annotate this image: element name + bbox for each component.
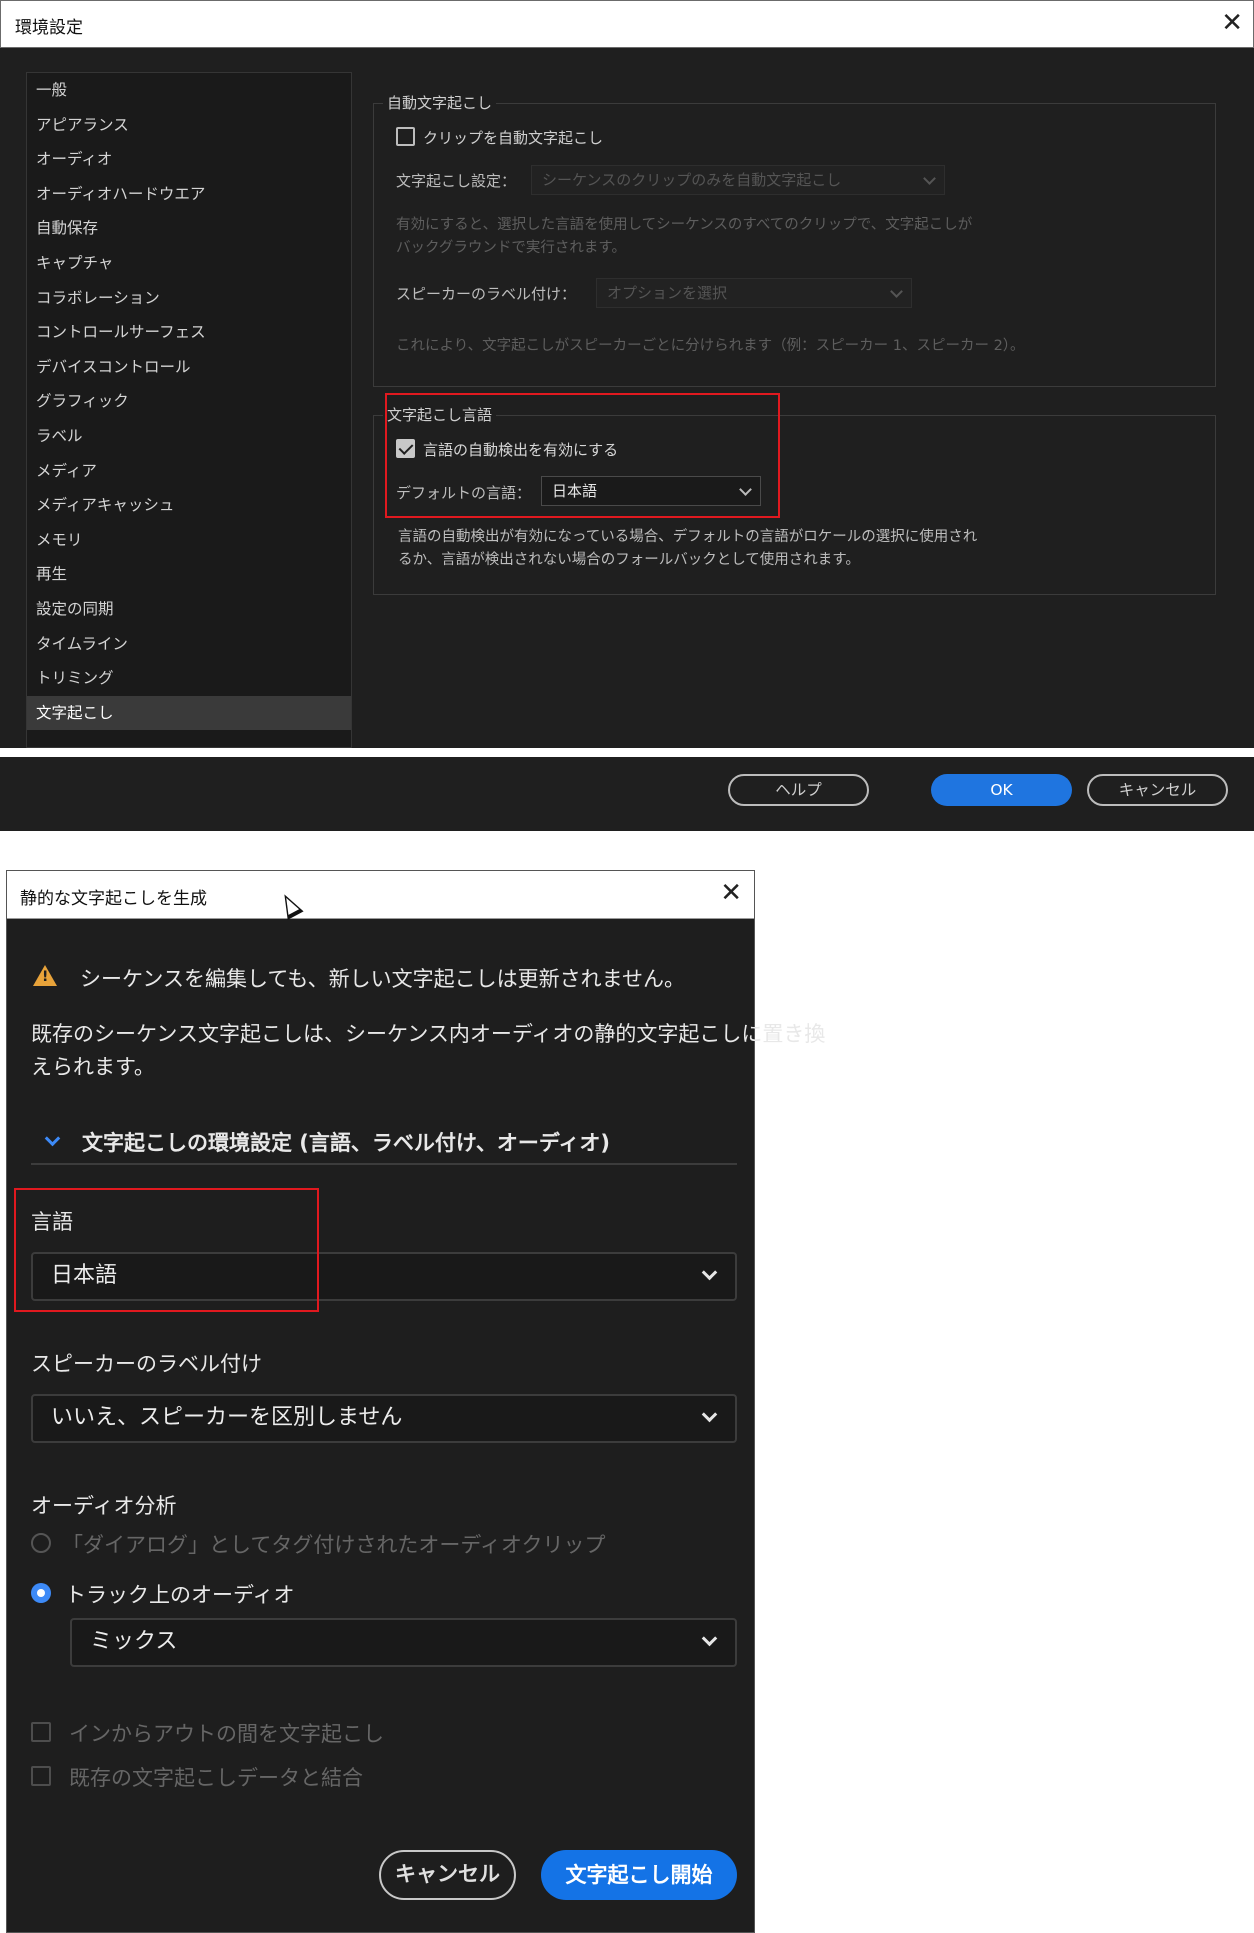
- radio-dialog-clips-label: 「ダイアログ」としてタグ付けされたオーディオクリップ: [62, 1533, 606, 1557]
- section-title[interactable]: 文字起こしの環境設定 (言語、ラベル付け、オーディオ): [82, 1127, 610, 1157]
- merge-label: 既存の文字起こしデータと結合: [69, 1766, 363, 1790]
- sidebar-item[interactable]: ラベル: [27, 419, 351, 454]
- ok-button[interactable]: OK: [931, 774, 1072, 806]
- auto-transcribe-checkbox-label: クリップを自動文字起こし: [423, 129, 604, 147]
- sidebar-item[interactable]: 自動保存: [27, 211, 351, 246]
- auto-transcribe-checkbox[interactable]: [396, 127, 415, 146]
- radio-track-audio-label: トラック上のオーディオ: [65, 1583, 295, 1607]
- transcribe-description-2: バックグラウンドで実行されます。: [396, 240, 626, 256]
- language-note-1: 言語の自動検出が有効になっている場合、デフォルトの言語がロケールの選択に使用され: [398, 529, 978, 545]
- sidebar-item[interactable]: メモリ: [27, 523, 351, 558]
- help-button[interactable]: ヘルプ: [728, 774, 869, 806]
- chevron-down-icon: [701, 1630, 718, 1647]
- auto-transcribe-legend: 自動文字起こし: [383, 92, 497, 113]
- chevron-down-icon: [701, 1264, 718, 1281]
- speaker-dropdown[interactable]: オプションを選択: [596, 278, 912, 308]
- preferences-sidebar: 一般 アピアランス オーディオ オーディオハードウエア 自動保存 キャプチャ コラボレーショ…: [26, 72, 352, 748]
- info-text-1: 既存のシーケンス文字起こしは、シーケンス内オーディオの静的文字起こしに置き換: [31, 1022, 826, 1046]
- transcribe-settings-label: 文字起こし設定：: [396, 172, 517, 190]
- dialog-title: 静的な文字起こしを生成: [20, 889, 207, 909]
- chevron-down-icon[interactable]: [44, 1130, 61, 1147]
- start-transcription-button[interactable]: 文字起こし開始: [541, 1850, 737, 1900]
- speaker-labeling-value: いいえ、スピーカーを区別しません: [51, 1405, 403, 1430]
- chevron-down-icon: [701, 1406, 718, 1423]
- dialog-titlebar: 静的な文字起こしを生成 ✕: [7, 871, 754, 919]
- radio-dialog-clips[interactable]: [31, 1533, 51, 1553]
- close-icon[interactable]: ✕: [1221, 7, 1243, 39]
- sidebar-item[interactable]: グラフィック: [27, 384, 351, 419]
- sidebar-item[interactable]: タイムライン: [27, 627, 351, 662]
- sidebar-item[interactable]: トリミング: [27, 661, 351, 696]
- preferences-title: 環境設定: [15, 18, 83, 38]
- dialog-cancel-button[interactable]: キャンセル: [379, 1850, 516, 1900]
- speaker-labeling-label: スピーカーのラベル付け: [31, 1352, 262, 1376]
- warning-text: シーケンスを編集しても、新しい文字起こしは更新されません。: [80, 967, 686, 991]
- warning-icon: [33, 965, 57, 986]
- speaker-value: オプションを選択: [607, 284, 728, 302]
- speaker-labeling-select[interactable]: いいえ、スピーカーを区別しません: [31, 1394, 737, 1443]
- merge-checkbox[interactable]: [31, 1766, 51, 1786]
- transcribe-settings-dropdown[interactable]: シーケンスのクリップのみを自動文字起こし: [531, 165, 945, 195]
- sidebar-item[interactable]: 一般: [27, 73, 351, 108]
- sidebar-item[interactable]: 文字起こし: [27, 695, 351, 731]
- track-mix-value: ミックス: [90, 1629, 178, 1654]
- audio-analysis-label: オーディオ分析: [31, 1494, 177, 1518]
- speaker-note: これにより、文字起こしがスピーカーごとに分けられます（例：スピーカー 1、スピー…: [396, 338, 1025, 354]
- transcribe-description-1: 有効にすると、選択した言語を使用してシーケンスのすべてのクリップで、文字起こしが: [396, 217, 973, 233]
- cancel-button[interactable]: キャンセル: [1087, 774, 1228, 806]
- radio-track-audio[interactable]: [31, 1583, 51, 1603]
- sidebar-item[interactable]: メディアキャッシュ: [27, 488, 351, 523]
- transcribe-settings-value: シーケンスのクリップのみを自動文字起こし: [542, 171, 842, 189]
- highlight-box: [14, 1188, 319, 1312]
- sidebar-item[interactable]: コラボレーション: [27, 281, 351, 316]
- in-out-label: インからアウトの間を文字起こし: [69, 1722, 384, 1746]
- highlight-box: [385, 393, 780, 518]
- sidebar-item[interactable]: 設定の同期: [27, 592, 351, 627]
- close-icon[interactable]: ✕: [720, 878, 742, 908]
- chevron-down-icon: [890, 285, 903, 298]
- in-out-checkbox[interactable]: [31, 1722, 51, 1742]
- preferences-window: 環境設定 ✕ 一般 アピアランス オーディオ オーディオハードウエア 自動保存 キャプチャ…: [0, 0, 1254, 748]
- preferences-titlebar: 環境設定 ✕: [0, 0, 1254, 48]
- info-text-2: えられます。: [31, 1055, 155, 1079]
- section-divider: [31, 1163, 737, 1165]
- sidebar-item[interactable]: デバイスコントロール: [27, 350, 351, 385]
- sidebar-item[interactable]: アピアランス: [27, 108, 351, 143]
- static-transcript-dialog: 静的な文字起こしを生成 ✕ シーケンスを編集しても、新しい文字起こしは更新されま…: [6, 870, 825, 1933]
- sidebar-item[interactable]: メディア: [27, 454, 351, 489]
- sidebar-item[interactable]: オーディオ: [27, 142, 351, 177]
- sidebar-item[interactable]: キャプチャ: [27, 246, 351, 281]
- speaker-label: スピーカーのラベル付け：: [396, 285, 577, 303]
- sidebar-item[interactable]: コントロールサーフェス: [27, 315, 351, 350]
- sidebar-item[interactable]: オーディオハードウエア: [27, 177, 351, 212]
- language-note-2: るか、言語が検出されない場合のフォールバックとして使用されます。: [398, 552, 860, 568]
- sidebar-item[interactable]: 再生: [27, 557, 351, 592]
- track-mix-select[interactable]: ミックス: [70, 1618, 737, 1667]
- chevron-down-icon: [923, 172, 936, 185]
- preferences-button-bar: ヘルプ OK キャンセル: [0, 757, 1254, 831]
